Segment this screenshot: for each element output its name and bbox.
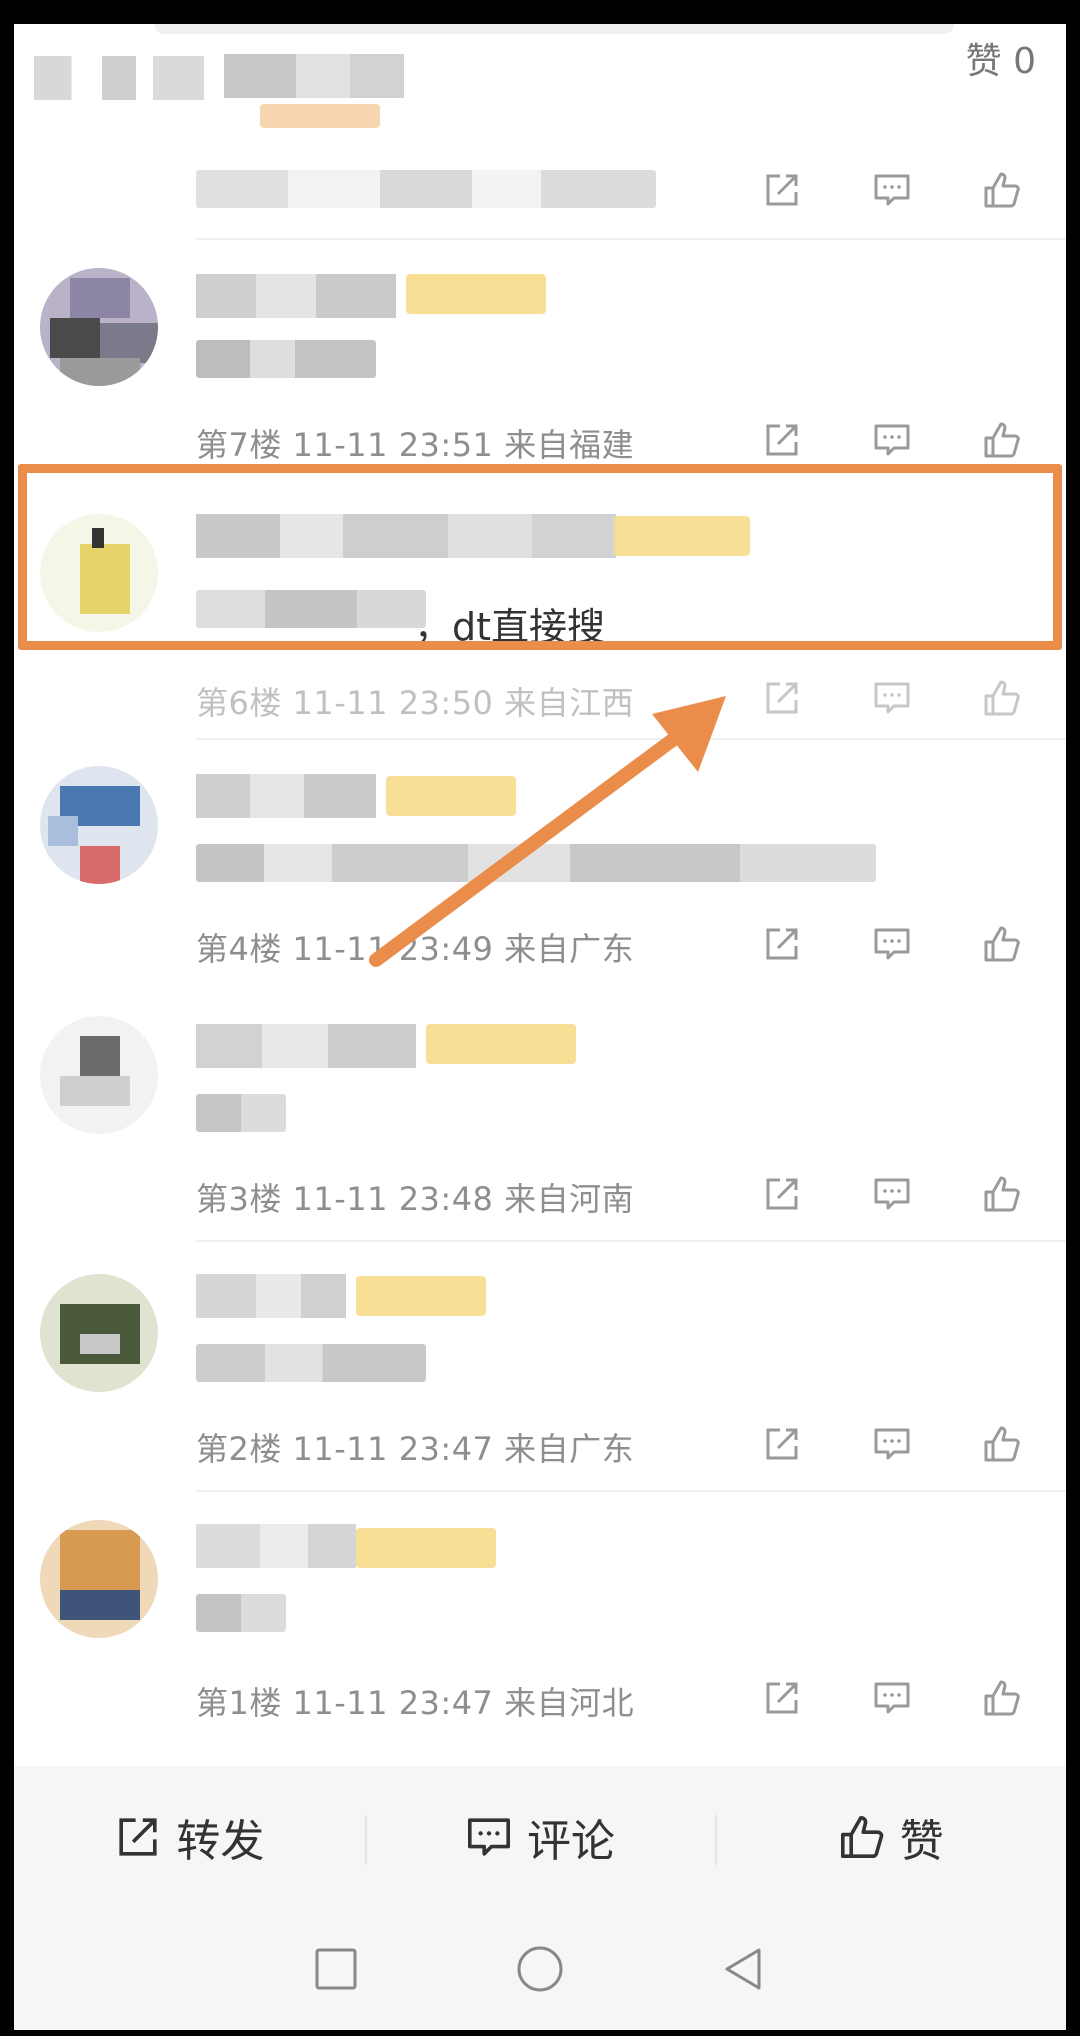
comment-icon[interactable]: [872, 678, 912, 718]
comment-actions: [762, 420, 1022, 460]
comment-meta: 第6楼 11-11 23:50 来自江西: [196, 684, 635, 722]
blurred-comment-text: [196, 1594, 286, 1632]
thumb-up-icon[interactable]: [982, 1424, 1022, 1464]
comment-item-highlighted[interactable]: ，dt直接搜 第6楼 11-11 23:50 来自江西: [14, 484, 1066, 744]
comment-icon: [468, 1818, 510, 1856]
share-icon[interactable]: [762, 678, 802, 718]
thumb-up-icon[interactable]: [982, 678, 1022, 718]
thumb-up-icon[interactable]: [982, 170, 1022, 210]
blurred-username: [196, 1524, 356, 1568]
comment-actions: [762, 170, 1022, 210]
repost-label: 转发: [176, 1816, 265, 1867]
blurred-username: [196, 774, 376, 818]
comment-button[interactable]: 评论: [364, 1805, 716, 1869]
repost-button[interactable]: 转发: [14, 1805, 365, 1869]
comment-divider: [196, 738, 1066, 740]
back-triangle-icon[interactable]: [717, 1942, 771, 1996]
comment-icon[interactable]: [872, 1424, 912, 1464]
comment-meta: 第7楼 11-11 23:51 来自福建: [196, 426, 635, 464]
comment-item-partial[interactable]: 赞 0: [14, 24, 1066, 244]
user-badge: [386, 776, 516, 816]
blurred-comment-text: [196, 844, 876, 882]
blurred-username: [196, 1274, 346, 1318]
blurred-username: [196, 274, 396, 318]
blurred-comment-text: [196, 1344, 426, 1382]
blurred-comment-text: [196, 590, 426, 628]
comment-text-snippet: ，dt直接搜: [414, 605, 606, 649]
comment-meta: 第2楼 11-11 23:47 来自广东: [196, 1430, 635, 1468]
comment-divider: [196, 238, 1066, 240]
comment-list[interactable]: 赞 0 第7楼 11-11 23:51 来自福建 ，dt直接搜 第6楼 11-1…: [14, 24, 1066, 1890]
bottom-action-bar: 转发 评论 赞: [14, 1766, 1066, 1908]
blurred-meta: [196, 170, 656, 208]
comment-item[interactable]: 第1楼 11-11 23:47 来自河北: [14, 1494, 1066, 1890]
recent-apps-square-icon[interactable]: [309, 1942, 363, 1996]
blurred-comment-text: [196, 340, 376, 378]
comment-actions: [762, 1424, 1022, 1464]
avatar[interactable]: [40, 1016, 158, 1134]
share-icon[interactable]: [762, 1678, 802, 1718]
comment-icon[interactable]: [872, 1174, 912, 1214]
thumb-up-icon[interactable]: [982, 1174, 1022, 1214]
blurred-comment-text: [196, 1094, 286, 1132]
comment-meta: 第3楼 11-11 23:48 来自河南: [196, 1180, 635, 1218]
share-icon[interactable]: [762, 170, 802, 210]
comment-icon[interactable]: [872, 924, 912, 964]
user-badge: [356, 1528, 496, 1568]
avatar[interactable]: [40, 514, 158, 632]
avatar[interactable]: [40, 766, 158, 884]
user-badge: [614, 516, 750, 556]
comment-actions: [762, 1174, 1022, 1214]
blurred-username: [224, 54, 404, 98]
user-badge: [426, 1024, 576, 1064]
blurred-username: [196, 1024, 416, 1068]
comment-item[interactable]: 第3楼 11-11 23:48 来自河南: [14, 994, 1066, 1244]
comment-item[interactable]: 第4楼 11-11 23:49 来自广东: [14, 744, 1066, 994]
comment-icon[interactable]: [872, 170, 912, 210]
home-circle-icon[interactable]: [513, 1942, 567, 1996]
comment-divider: [196, 1490, 1066, 1492]
avatar[interactable]: [40, 1520, 158, 1638]
like-button[interactable]: 赞: [715, 1805, 1066, 1869]
blurred-username: [196, 514, 616, 558]
user-badge: [406, 274, 546, 314]
blurred-badge: [260, 104, 380, 128]
comment-label: 评论: [527, 1816, 615, 1867]
comment-actions: [762, 924, 1022, 964]
avatar[interactable]: [40, 1274, 158, 1392]
comment-meta: 第1楼 11-11 23:47 来自河北: [196, 1684, 635, 1722]
like-label: 赞: [899, 1816, 944, 1867]
app-screen: 赞 0 第7楼 11-11 23:51 来自福建 ，dt直接搜 第6楼 11-1…: [14, 24, 1066, 2030]
thumb-up-icon[interactable]: [982, 420, 1022, 460]
avatar[interactable]: [40, 268, 158, 386]
thumb-up-icon: [840, 1816, 883, 1858]
share-icon[interactable]: [762, 924, 802, 964]
share-icon[interactable]: [762, 1424, 802, 1464]
comment-actions: [762, 678, 1022, 718]
comment-divider: [196, 1240, 1066, 1242]
user-badge: [356, 1276, 486, 1316]
share-icon[interactable]: [762, 1174, 802, 1214]
comment-meta: 第4楼 11-11 23:49 来自广东: [196, 930, 635, 968]
comment-item[interactable]: 第2楼 11-11 23:47 来自广东: [14, 1244, 1066, 1494]
comment-actions: [762, 1678, 1022, 1718]
share-icon: [119, 1818, 157, 1856]
comment-icon[interactable]: [872, 420, 912, 460]
thumb-up-icon[interactable]: [982, 1678, 1022, 1718]
thumb-up-icon[interactable]: [982, 924, 1022, 964]
comment-item[interactable]: 第7楼 11-11 23:51 来自福建: [14, 244, 1066, 484]
comment-icon[interactable]: [872, 1678, 912, 1718]
like-count: 赞 0: [965, 41, 1036, 82]
system-nav-bar: [14, 1908, 1066, 2030]
share-icon[interactable]: [762, 420, 802, 460]
blurred-username: [34, 56, 204, 100]
